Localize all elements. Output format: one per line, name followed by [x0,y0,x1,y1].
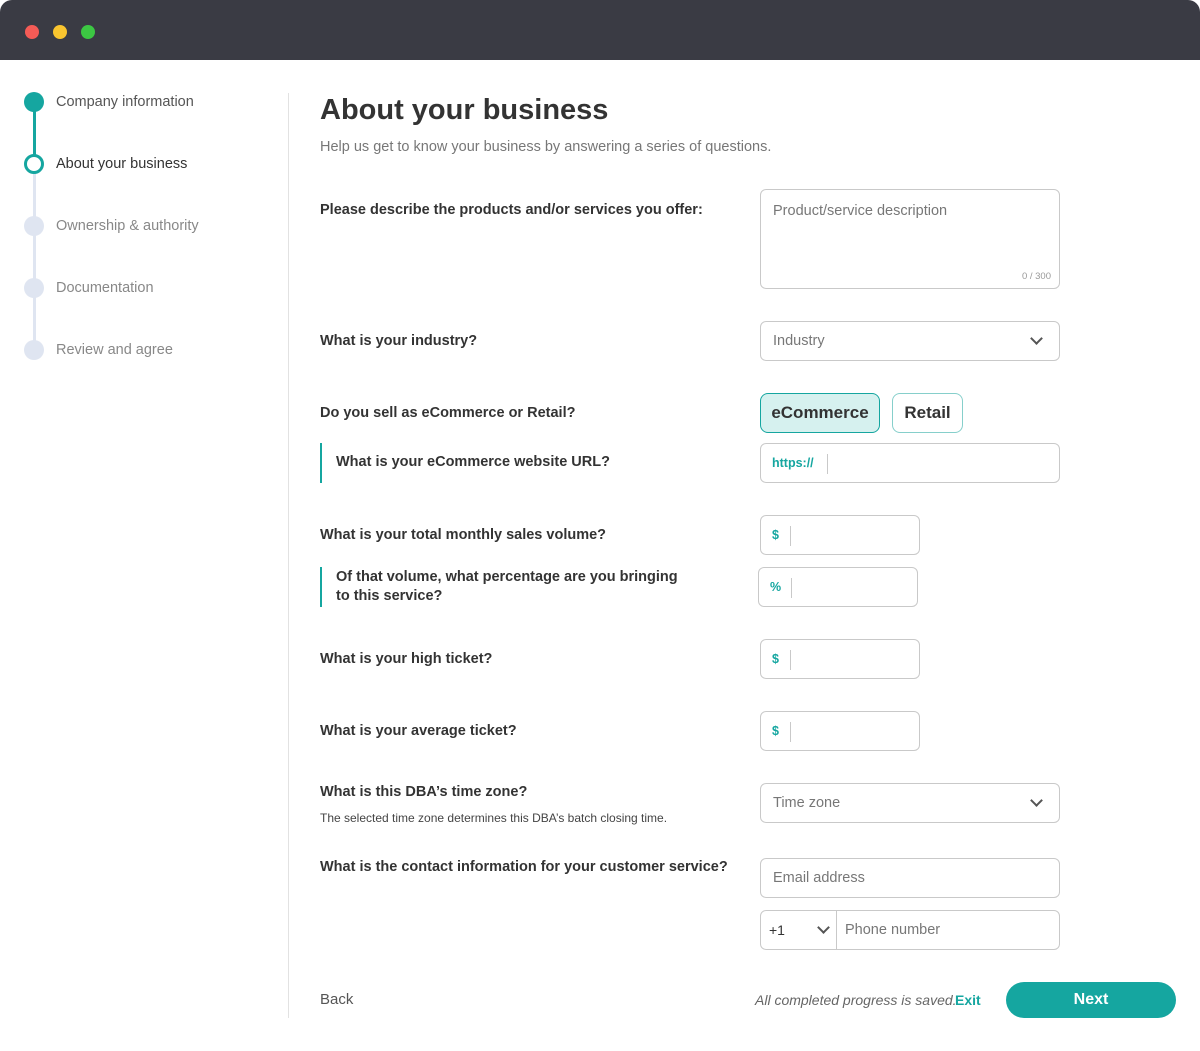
country-code-divider [836,911,837,949]
close-window-icon[interactable] [25,25,39,39]
step-pending-icon [24,278,44,298]
percentage-input[interactable]: % [758,567,918,607]
timezone-select[interactable]: Time zone [760,783,1060,823]
step-review-and-agree[interactable]: Review and agree [24,339,173,361]
prefix-divider [790,722,791,742]
page-title: About your business [320,94,609,126]
step-current-icon [24,154,44,174]
minimize-window-icon[interactable] [53,25,67,39]
currency-prefix: $ [772,724,779,738]
description-placeholder: Product/service description [773,203,948,219]
chevron-down-icon[interactable] [817,921,830,934]
ecommerce-toggle-button[interactable]: eCommerce [760,393,880,433]
percentage-question: Of that volume, what percentage are you … [320,567,678,607]
step-ownership-authority[interactable]: Ownership & authority [24,215,199,237]
products-question: Please describe the products and/or serv… [320,202,703,218]
monthly-volume-input[interactable]: $ [760,515,920,555]
percentage-question-line2: to this service? [336,588,443,604]
step-complete-icon [24,92,44,112]
step-label: Review and agree [56,342,173,358]
url-question-text: What is your eCommerce website URL? [336,454,610,470]
step-about-your-business[interactable]: About your business [24,153,187,175]
email-field[interactable]: Email address [760,858,1060,898]
description-textarea[interactable]: Product/service description 0 / 300 [760,189,1060,289]
url-prefix: https:// [772,456,814,470]
prefix-divider [827,454,828,474]
channel-question: Do you sell as eCommerce or Retail? [320,405,576,421]
step-company-information[interactable]: Company information [24,91,194,113]
currency-prefix: $ [772,528,779,542]
high-ticket-question: What is your high ticket? [320,651,493,667]
website-url-input[interactable]: https:// [760,443,1060,483]
step-label: Ownership & authority [56,218,199,234]
timezone-hint: The selected time zone determines this D… [320,811,668,825]
saved-status-text: All completed progress is saved. [755,992,957,1008]
retail-toggle-button[interactable]: Retail [892,393,963,433]
contact-question: What is the contact information for your… [320,859,728,875]
industry-question: What is your industry? [320,333,478,349]
high-ticket-input[interactable]: $ [760,639,920,679]
country-code-select[interactable]: +1 [769,922,785,938]
chevron-down-icon [1030,332,1043,345]
timezone-question: What is this DBA’s time zone? [320,784,528,800]
url-question: What is your eCommerce website URL? [320,443,610,483]
progress-stepper: Company information About your business … [0,60,288,1051]
chevron-down-icon [1030,794,1043,807]
step-pending-icon [24,340,44,360]
percent-prefix: % [770,580,782,594]
step-label: About your business [56,156,188,172]
phone-placeholder: Phone number [845,922,941,938]
stepper-line-pending [33,164,36,350]
maximize-window-icon[interactable] [81,25,95,39]
prefix-divider [790,526,791,546]
industry-select[interactable]: Industry [760,321,1060,361]
exit-link[interactable]: Exit [955,992,981,1008]
timezone-placeholder: Time zone [773,795,841,811]
percentage-question-line1: Of that volume, what percentage are you … [336,569,678,585]
step-pending-icon [24,216,44,236]
step-label: Documentation [56,280,154,296]
sidebar-divider [288,93,289,1018]
step-label: Company information [56,94,194,110]
industry-placeholder: Industry [773,333,825,349]
prefix-divider [790,650,791,670]
step-documentation[interactable]: Documentation [24,277,154,299]
average-ticket-input[interactable]: $ [760,711,920,751]
page-subtitle: Help us get to know your business by ans… [320,139,772,155]
monthly-volume-question: What is your total monthly sales volume? [320,527,607,543]
window-titlebar [0,0,1200,60]
currency-prefix: $ [772,652,779,666]
phone-field[interactable]: +1 Phone number [760,910,1060,950]
average-ticket-question: What is your average ticket? [320,723,517,739]
back-button[interactable]: Back [320,991,353,1008]
prefix-divider [791,578,792,598]
email-placeholder: Email address [773,870,865,886]
character-counter: 0 / 300 [1021,271,1051,282]
next-button[interactable]: Next [1006,982,1176,1018]
